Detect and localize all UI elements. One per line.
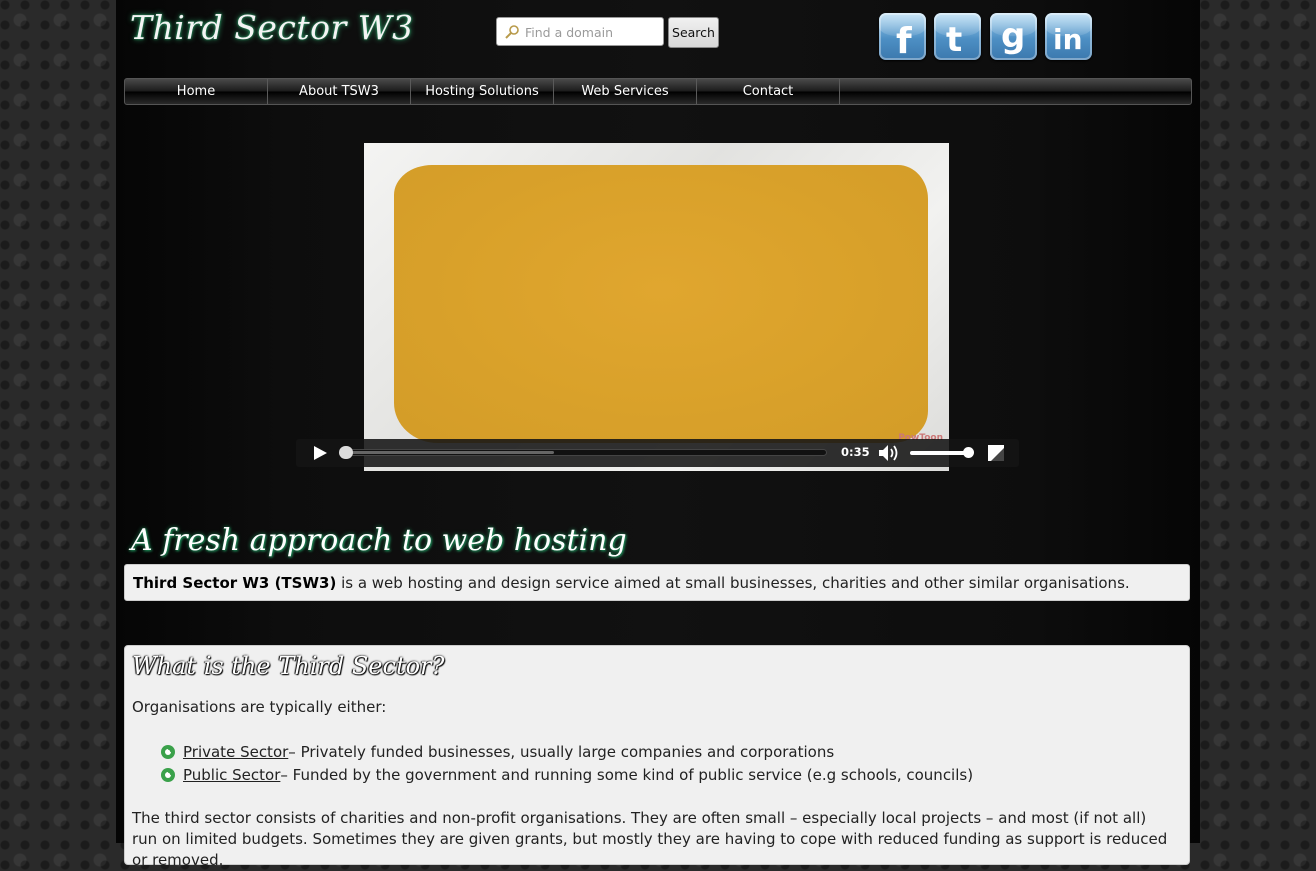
svg-text:t: t bbox=[946, 20, 962, 60]
svg-text:f: f bbox=[896, 21, 912, 60]
linkedin-icon[interactable]: in bbox=[1045, 13, 1092, 60]
nav-contact[interactable]: Contact bbox=[697, 79, 840, 104]
fullscreen-icon[interactable] bbox=[988, 445, 1004, 461]
bullet-icon bbox=[161, 767, 175, 782]
list-item: Public Sector – Funded by the government… bbox=[160, 763, 973, 786]
list-item-text: – Funded by the government and running s… bbox=[280, 765, 974, 784]
facebook-icon[interactable]: f bbox=[879, 13, 926, 60]
sector-list: Private Sector – Privately funded busine… bbox=[160, 740, 973, 786]
seek-handle[interactable] bbox=[339, 446, 353, 459]
nav-home[interactable]: Home bbox=[125, 79, 268, 104]
intro-bold: Third Sector W3 (TSW3) bbox=[133, 574, 337, 592]
play-icon[interactable] bbox=[312, 445, 328, 461]
nav-hosting-solutions[interactable]: Hosting Solutions bbox=[411, 79, 554, 104]
buffered-bar bbox=[341, 451, 555, 454]
google-icon[interactable]: g bbox=[990, 13, 1037, 60]
svg-text:in: in bbox=[1053, 23, 1083, 56]
search-button[interactable]: Search bbox=[668, 17, 719, 48]
list-item-text: – Privately funded businesses, usually l… bbox=[288, 742, 835, 761]
nav-about[interactable]: About TSW3 bbox=[268, 79, 411, 104]
panel-lead: Organisations are typically either: bbox=[132, 698, 387, 716]
search-input[interactable] bbox=[523, 21, 663, 44]
main-nav: Home About TSW3 Hosting Solutions Web Se… bbox=[124, 78, 1192, 105]
nav-web-services[interactable]: Web Services bbox=[554, 79, 697, 104]
private-sector-link[interactable]: Private Sector bbox=[183, 743, 288, 761]
domain-search: Search bbox=[496, 17, 726, 48]
intro-text: is a web hosting and design service aime… bbox=[336, 574, 1130, 592]
page-container: Third Sector W3 Search f t g in Home Abo… bbox=[116, 0, 1200, 869]
volume-slider[interactable] bbox=[910, 447, 974, 458]
bullet-icon bbox=[161, 744, 175, 759]
third-sector-panel: What is the Third Sector? Organisations … bbox=[124, 645, 1190, 869]
video-controls: 0:35 bbox=[296, 439, 1019, 467]
video-image bbox=[394, 165, 928, 443]
twitter-icon[interactable]: t bbox=[934, 13, 981, 60]
intro-box: Third Sector W3 (TSW3) is a web hosting … bbox=[124, 564, 1190, 601]
public-sector-link[interactable]: Public Sector bbox=[183, 766, 280, 784]
svg-text:g: g bbox=[1001, 16, 1025, 56]
video-frame[interactable]: PowToon bbox=[364, 143, 949, 471]
volume-handle[interactable] bbox=[963, 447, 974, 458]
list-item: Private Sector – Privately funded busine… bbox=[160, 740, 973, 763]
seek-bar[interactable] bbox=[339, 446, 827, 459]
search-icon bbox=[505, 25, 519, 39]
tagline-heading: A fresh approach to web hosting bbox=[131, 523, 627, 558]
search-field[interactable] bbox=[496, 17, 664, 46]
site-logo[interactable]: Third Sector W3 bbox=[130, 8, 414, 47]
video-time: 0:35 bbox=[841, 445, 870, 459]
panel-body: The third sector consists of charities a… bbox=[132, 809, 1168, 869]
volume-icon[interactable] bbox=[878, 444, 902, 462]
panel-title: What is the Third Sector? bbox=[132, 652, 445, 680]
